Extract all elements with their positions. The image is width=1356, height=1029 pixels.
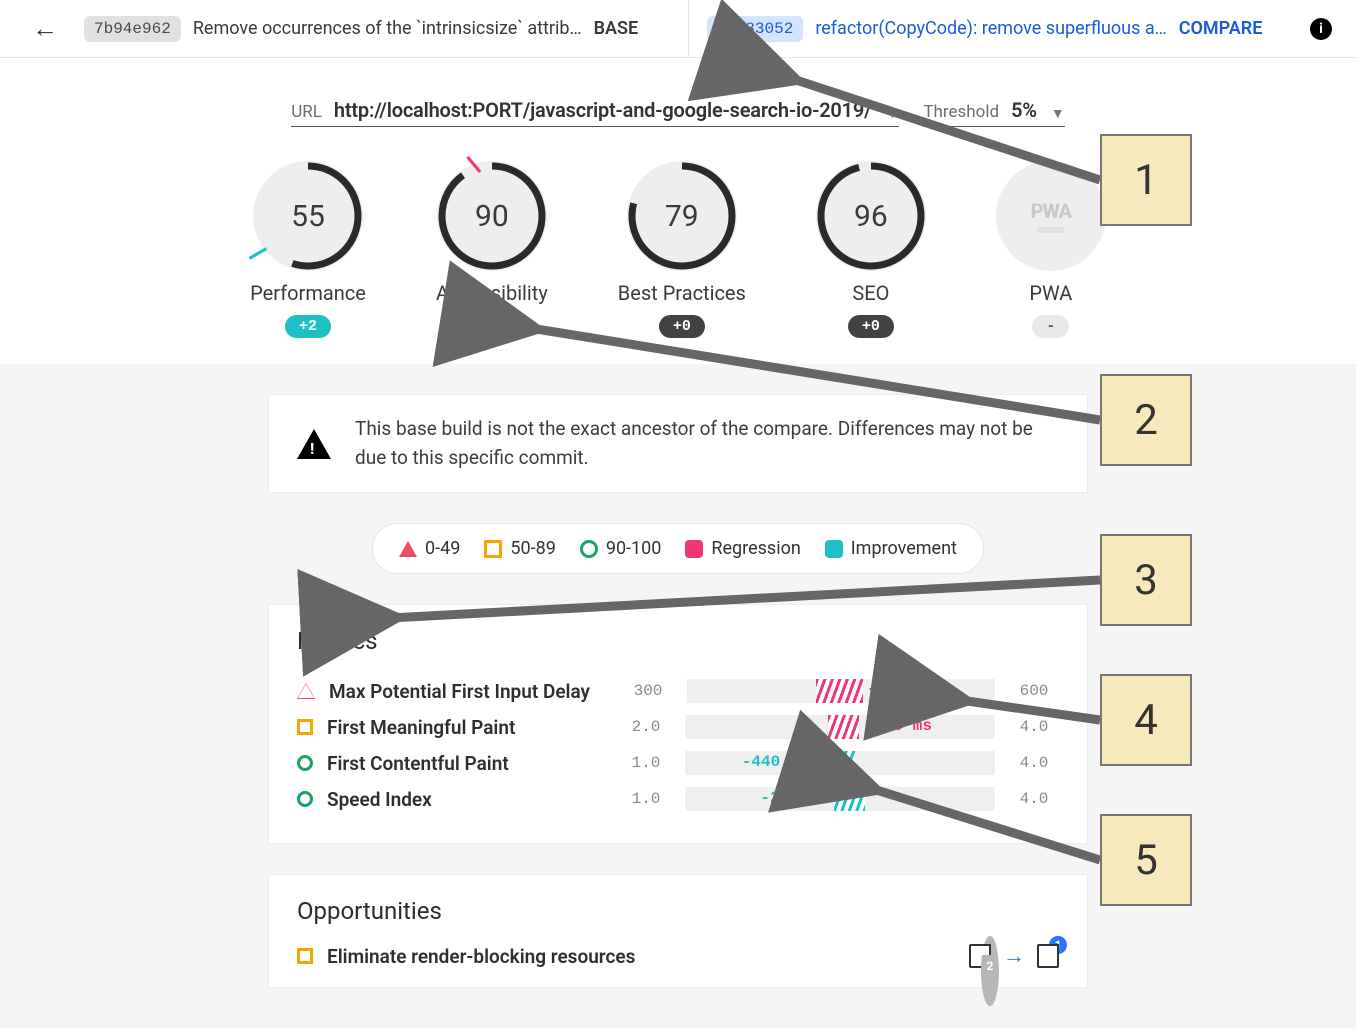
opportunities-card: Opportunities Eliminate render-blocking … — [268, 874, 1088, 988]
base-commit-message: Remove occurrences of the `intrinsicsize… — [193, 18, 582, 39]
gauge-delta-badge: -8 — [469, 315, 515, 338]
score-gauges-row: 55┃Performance+290┃Accessibility-879Best… — [0, 135, 1356, 364]
report-compare-icon[interactable]: 1 — [1037, 944, 1059, 968]
url-value: http://localhost:PORT/javascript-and-goo… — [334, 98, 872, 122]
compare-commit-block[interactable]: 2f783052 refactor(CopyCode): remove supe… — [707, 16, 1293, 42]
compare-tag: COMPARE — [1179, 18, 1263, 39]
chevron-down-icon: ▼ — [886, 105, 900, 122]
legend-regression: Regression — [685, 538, 800, 559]
gauge-label: Accessibility — [436, 281, 548, 305]
metric-high: 4.0 — [1009, 718, 1059, 736]
metric-bar: +209 ms — [685, 715, 995, 739]
report-base-icon[interactable]: 2 — [969, 944, 991, 968]
metric-name: First Meaningful Paint — [327, 716, 607, 739]
regression-swatch — [685, 540, 703, 558]
gauge-best-practices[interactable]: 79Best Practices+0 — [618, 161, 746, 338]
metric-row[interactable]: First Contentful Paint 1.0 -440 ms 4.0 — [297, 745, 1059, 781]
circle-icon — [297, 791, 313, 807]
metric-low: 2.0 — [621, 718, 671, 736]
legend-90-100: 90-100 — [580, 538, 662, 559]
metric-high: 600 — [1009, 682, 1059, 700]
base-commit-hash: 7b94e962 — [84, 16, 181, 42]
gauge-label: Performance — [250, 281, 366, 305]
opportunity-name: Eliminate render-blocking resources — [327, 945, 955, 968]
metric-delta-label: +56 ms — [869, 681, 927, 699]
metric-delta-segment — [815, 751, 855, 775]
metrics-title: Metrics — [297, 627, 1059, 655]
circle-icon — [297, 755, 313, 771]
threshold-selector[interactable]: Threshold 5% ▼ — [923, 98, 1064, 127]
ancestor-warning: This base build is not the exact ancesto… — [268, 394, 1088, 493]
warning-text: This base build is not the exact ancesto… — [355, 415, 1059, 472]
metric-delta-segment — [816, 679, 862, 703]
base-tag: BASE — [594, 18, 639, 39]
score-legend: 0-49 50-89 90-100 Regression Improvement — [372, 523, 984, 574]
gauge-pwa[interactable]: PWA PWA - — [996, 161, 1106, 338]
metric-low: 1.0 — [621, 754, 671, 772]
triangle-icon — [399, 541, 417, 557]
comparison-panel: This base build is not the exact ancesto… — [0, 364, 1356, 1028]
header-divider — [688, 0, 689, 57]
compare-commit-hash: 2f783052 — [707, 16, 804, 42]
gauge-label: PWA — [1029, 281, 1072, 305]
legend-0-49: 0-49 — [399, 538, 460, 559]
url-selector[interactable]: URL http://localhost:PORT/javascript-and… — [291, 98, 899, 127]
square-icon — [484, 540, 502, 558]
chevron-down-icon: ▼ — [1051, 105, 1065, 122]
metric-name: Speed Index — [327, 788, 607, 811]
arrow-right-icon: → — [1003, 943, 1025, 969]
metric-low: 300 — [623, 682, 673, 700]
circle-icon — [580, 540, 598, 558]
badge-count: 1 — [1049, 936, 1067, 954]
gauge-label: Best Practices — [618, 281, 746, 305]
metric-bar: -440 ms — [685, 751, 995, 775]
threshold-label: Threshold — [923, 102, 999, 122]
metric-delta-segment — [834, 787, 865, 811]
badge-count: 2 — [981, 936, 999, 1006]
metric-row[interactable]: First Meaningful Paint 2.0 +209 ms 4.0 — [297, 709, 1059, 745]
gauge-score: PWA — [996, 161, 1106, 271]
info-button[interactable]: i — [1310, 18, 1332, 40]
metric-delta-label: -271 ms — [760, 789, 827, 807]
compare-header: ← 7b94e962 Remove occurrences of the `in… — [0, 0, 1356, 58]
metric-name: First Contentful Paint — [327, 752, 607, 775]
square-icon — [297, 948, 313, 964]
legend-improvement: Improvement — [825, 538, 957, 559]
metric-delta-segment — [828, 715, 859, 739]
metric-low: 1.0 — [621, 790, 671, 808]
opportunity-toggle[interactable]: 2 → 1 — [969, 943, 1059, 969]
triangle-icon — [297, 683, 315, 699]
gauge-delta-badge: +0 — [848, 315, 894, 338]
metric-delta-label: +209 ms — [865, 717, 932, 735]
metric-bar: +56 ms — [687, 679, 995, 703]
gauge-accessibility[interactable]: 90┃Accessibility-8 — [436, 161, 548, 338]
metric-name: Max Potential First Input Delay — [329, 680, 609, 703]
gauge-seo[interactable]: 96SEO+0 — [816, 161, 926, 338]
metric-high: 4.0 — [1009, 790, 1059, 808]
opportunities-title: Opportunities — [297, 897, 1059, 925]
base-commit-block[interactable]: 7b94e962 Remove occurrences of the `intr… — [84, 16, 670, 42]
compare-commit-message: refactor(CopyCode): remove superfluous a… — [815, 18, 1166, 39]
threshold-value: 5% — [1011, 98, 1037, 122]
metric-delta-label: -440 ms — [742, 753, 809, 771]
gauge-performance[interactable]: 55┃Performance+2 — [250, 161, 366, 338]
opportunity-row[interactable]: Eliminate render-blocking resources 2 → 1 — [297, 943, 1059, 969]
metric-high: 4.0 — [1009, 754, 1059, 772]
warning-icon — [297, 429, 331, 459]
improvement-swatch — [825, 540, 843, 558]
controls-row: URL http://localhost:PORT/javascript-and… — [0, 58, 1356, 135]
gauge-label: SEO — [852, 281, 889, 305]
metrics-card: Metrics Max Potential First Input Delay 3… — [268, 604, 1088, 844]
gauge-delta-badge: - — [1032, 315, 1069, 338]
metric-row[interactable]: Max Potential First Input Delay 300 +56 ms… — [297, 673, 1059, 709]
metric-bar: -271 ms — [685, 787, 995, 811]
gauge-delta-badge: +0 — [659, 315, 705, 338]
gauge-delta-badge: +2 — [285, 315, 331, 338]
metric-row[interactable]: Speed Index 1.0 -271 ms 4.0 — [297, 781, 1059, 817]
square-icon — [297, 719, 313, 735]
url-label: URL — [291, 102, 322, 122]
legend-50-89: 50-89 — [484, 538, 555, 559]
back-button[interactable]: ← — [24, 9, 66, 48]
